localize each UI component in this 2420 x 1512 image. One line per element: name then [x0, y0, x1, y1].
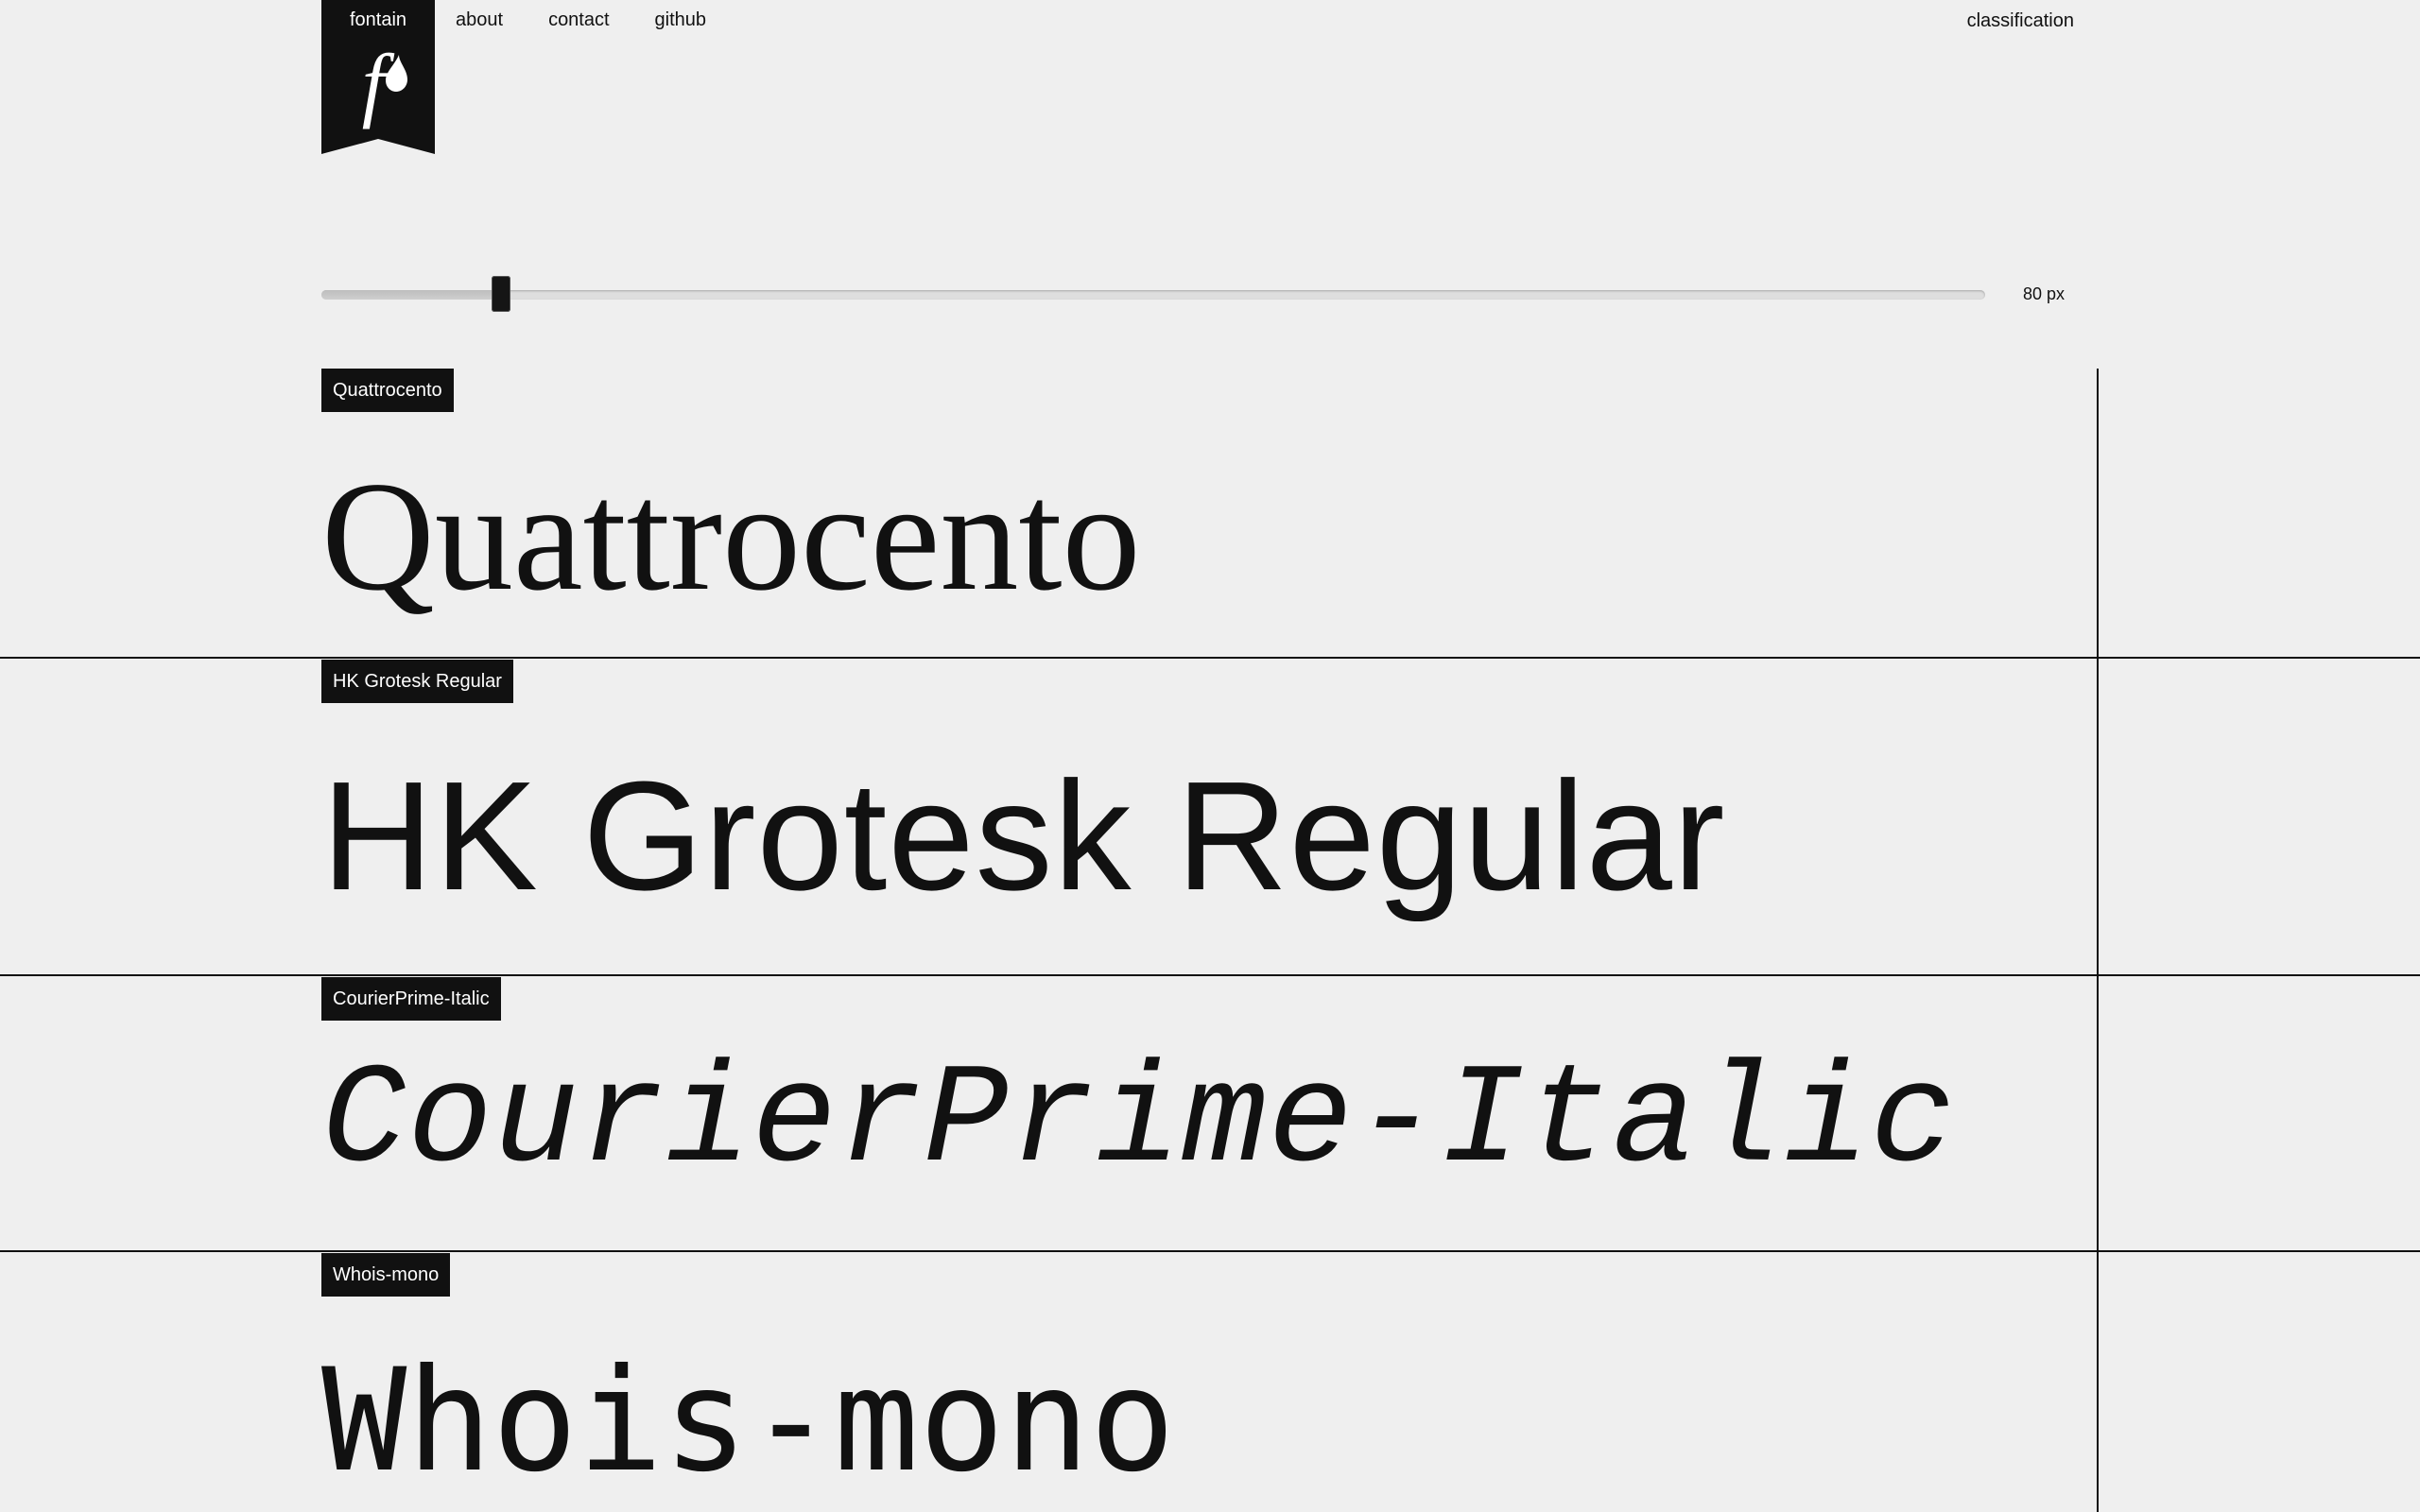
- font-size-value: 80 px: [2023, 284, 2066, 303]
- row-divider: [0, 974, 2420, 976]
- font-sample-text: CourierPrime-Italic: [321, 1042, 1957, 1203]
- slider-thumb[interactable]: [492, 276, 511, 312]
- classification-link[interactable]: classification: [1967, 10, 2074, 32]
- logo-label: fontain: [349, 9, 407, 30]
- row-divider: [0, 657, 2420, 659]
- page: f fontain about contact github classific…: [0, 0, 2420, 1512]
- nav-github-link[interactable]: github: [655, 9, 707, 31]
- font-sample-text: HK Grotesk Regular: [321, 749, 1726, 922]
- font-size-slider[interactable]: [321, 276, 1985, 312]
- top-nav: about contact github: [456, 9, 706, 31]
- nav-contact-link[interactable]: contact: [548, 9, 609, 31]
- slider-fill: [321, 290, 502, 300]
- font-sample-text: Whois-mono: [321, 1339, 1176, 1503]
- font-name-tag[interactable]: HK Grotesk Regular: [321, 660, 513, 703]
- font-name-tag[interactable]: CourierPrime-Italic: [321, 977, 501, 1021]
- font-name-tag[interactable]: Quattrocento: [321, 369, 454, 412]
- slider-track[interactable]: [321, 290, 1985, 300]
- nav-about-link[interactable]: about: [456, 9, 503, 31]
- logo[interactable]: f fontain: [321, 0, 435, 154]
- font-name-tag[interactable]: Whois-mono: [321, 1253, 451, 1297]
- row-divider: [0, 1250, 2420, 1252]
- font-sample-text: Quattrocento: [321, 449, 1141, 623]
- vertical-divider: [2097, 369, 2099, 1512]
